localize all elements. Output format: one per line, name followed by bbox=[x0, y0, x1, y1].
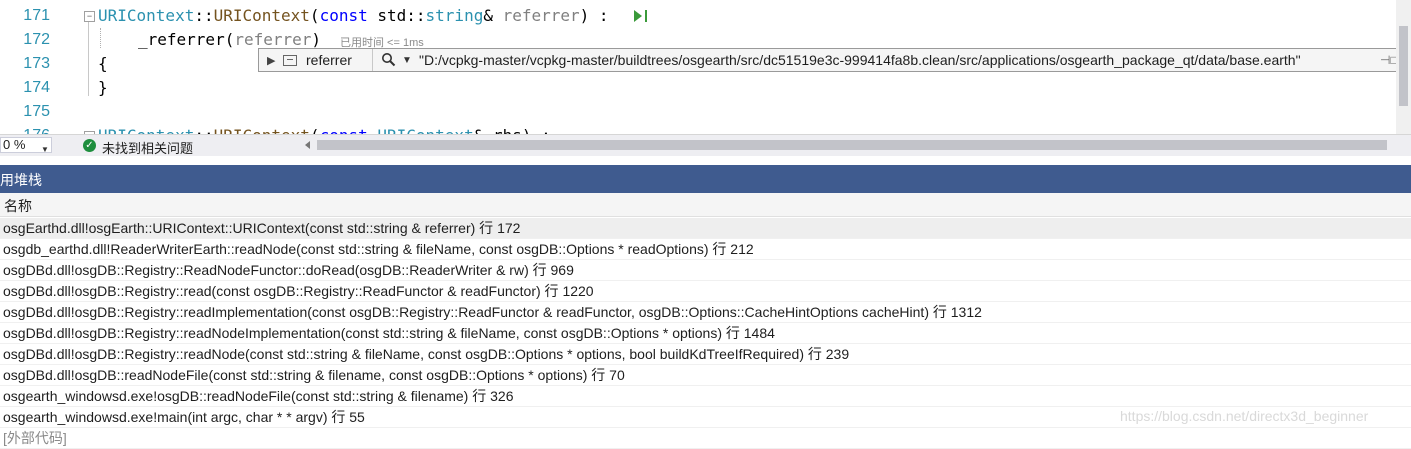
line-number: 175 bbox=[23, 103, 50, 120]
divider bbox=[372, 49, 373, 71]
line-number: 171 bbox=[23, 7, 50, 24]
datatip-value[interactable]: "D:/vcpkg-master/vcpkg-master/buildtrees… bbox=[419, 52, 1301, 68]
code-line-176: URIContext::URIContext(const URIContext&… bbox=[98, 124, 551, 134]
field-icon bbox=[283, 55, 297, 66]
chevron-down-icon: ▼ bbox=[41, 145, 49, 154]
code-line-174: } bbox=[98, 78, 108, 97]
scroll-left-icon[interactable] bbox=[305, 141, 310, 149]
code-line-171: URIContext::URIContext(const std::string… bbox=[98, 6, 609, 25]
chevron-down-icon[interactable]: ▼ bbox=[402, 55, 412, 66]
list-item[interactable]: osgDBd.dll!osgDB::Registry::ReadNodeFunc… bbox=[0, 260, 1411, 281]
run-to-click-bar bbox=[645, 10, 647, 22]
list-item[interactable]: osgDBd.dll!osgDB::readNodeFile(const std… bbox=[0, 365, 1411, 386]
scrollbar-thumb[interactable] bbox=[1399, 26, 1408, 106]
list-item[interactable]: osgDBd.dll!osgDB::Registry::read(const o… bbox=[0, 281, 1411, 302]
list-item[interactable]: osgDBd.dll!osgDB::Registry::readNode(con… bbox=[0, 344, 1411, 365]
list-item[interactable]: osgDBd.dll!osgDB::Registry::readNodeImpl… bbox=[0, 323, 1411, 344]
editor-status-bar: 0 % ▼ ✓ 未找到相关问题 bbox=[0, 134, 1411, 156]
outline-guide bbox=[88, 22, 89, 96]
check-circle-icon: ✓ bbox=[83, 139, 96, 152]
watermark: https://blog.csdn.net/directx3d_beginner bbox=[1120, 408, 1369, 424]
callstack-title-bar[interactable]: 用堆栈 bbox=[0, 165, 1411, 193]
line-number: 172 bbox=[23, 31, 50, 48]
line-number: 176 bbox=[0, 124, 50, 134]
line-number: 174 bbox=[23, 79, 50, 96]
horizontal-scrollbar-thumb[interactable] bbox=[317, 140, 1387, 150]
panel-title: 用堆栈 bbox=[0, 172, 42, 188]
column-header-name[interactable]: 名称 bbox=[4, 196, 32, 216]
datatip[interactable]: ▶ referrer ▼ "D:/vcpkg-master/vcpkg-mast… bbox=[258, 48, 1398, 72]
visualizer-magnifier-icon[interactable] bbox=[381, 52, 396, 70]
callstack-column-header[interactable]: 名称 bbox=[0, 193, 1411, 217]
collapse-toggle[interactable]: − bbox=[84, 11, 95, 22]
line-number: 173 bbox=[23, 55, 50, 72]
datatip-variable-name: referrer bbox=[306, 52, 352, 68]
list-item[interactable]: [外部代码] bbox=[0, 428, 1411, 449]
list-item[interactable]: osgdb_earthd.dll!ReaderWriterEarth::read… bbox=[0, 239, 1411, 260]
indent-guide bbox=[100, 28, 102, 48]
list-item[interactable]: osgDBd.dll!osgDB::Registry::readImplemen… bbox=[0, 302, 1411, 323]
code-line-173: { bbox=[98, 54, 108, 73]
chevron-right-icon[interactable]: ▶ bbox=[267, 54, 275, 67]
code-editor[interactable]: 171 172 173 174 175 176 − − URIContext::… bbox=[0, 0, 1411, 134]
run-to-click-icon[interactable] bbox=[634, 10, 642, 22]
list-item[interactable]: osgearth_windowsd.exe!osgDB::readNodeFil… bbox=[0, 386, 1411, 407]
list-item[interactable]: osgEarthd.dll!osgEarth::URIContext::URIC… bbox=[0, 218, 1411, 239]
issues-status-text[interactable]: 未找到相关问题 bbox=[102, 138, 193, 157]
zoom-select[interactable]: 0 % ▼ bbox=[0, 137, 52, 154]
